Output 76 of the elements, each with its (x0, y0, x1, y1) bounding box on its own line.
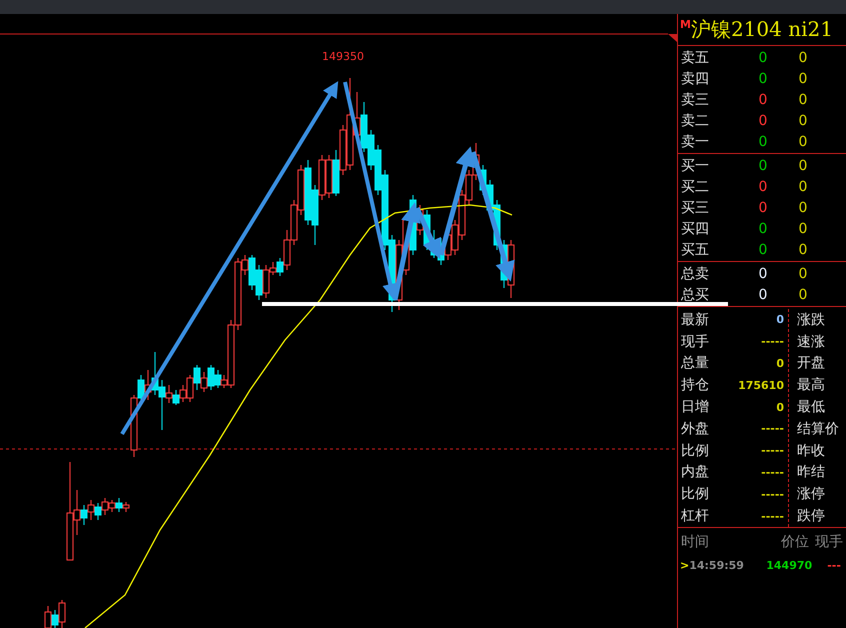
order-level-label: 卖一 (681, 132, 710, 150)
stat-label: 开盘 (797, 354, 826, 374)
stat-label: 涨停 (797, 485, 826, 504)
order-volume: 0 (798, 158, 808, 174)
stat-label: 最高 (797, 376, 826, 396)
order-price: 0 (758, 286, 768, 302)
stat-label: 速涨 (797, 332, 826, 352)
order-price: 0 (758, 242, 768, 258)
stat-label: 比例 (681, 485, 709, 504)
order-volume: 0 (798, 178, 808, 194)
order-level-label: 买三 (681, 198, 710, 216)
order-volume: 0 (798, 50, 808, 66)
order-price: 0 (758, 50, 768, 66)
stat-value: 0 (776, 400, 784, 414)
stat-label: 外盘 (681, 420, 709, 438)
order-volume: 0 (798, 70, 808, 86)
order-volume: 0 (798, 112, 808, 128)
order-volume: 0 (798, 242, 808, 258)
column-header: 时间 (681, 532, 710, 551)
stat-value: ----- (761, 466, 784, 479)
stat-label: 内盘 (681, 463, 709, 482)
order-price: 0 (758, 266, 768, 282)
stat-value: 0 (776, 313, 784, 326)
stat-value: ----- (761, 510, 784, 523)
stat-value: ----- (761, 335, 784, 348)
stat-label: 最新 (681, 310, 709, 329)
order-price: 0 (758, 220, 768, 236)
column-header: 价位 (780, 532, 809, 551)
stat-label: 比例 (681, 442, 709, 460)
stat-label: 涨跌 (797, 310, 826, 330)
stat-label: 持仓 (681, 376, 709, 394)
stat-value: 0 (776, 356, 784, 370)
order-level-label: 卖五 (681, 48, 710, 66)
order-volume: 0 (798, 286, 808, 302)
contract-title: 沪镍2104 ni21 (690, 16, 833, 43)
order-price: 0 (758, 112, 768, 128)
stat-value: ----- (761, 488, 784, 501)
order-level-label: 买五 (681, 240, 710, 258)
stat-label: 跌停 (797, 507, 826, 526)
stat-label: 结算价 (797, 420, 840, 439)
column-header: 现手 (814, 532, 843, 551)
tick-price: 144970 (765, 559, 814, 572)
order-price: 0 (758, 158, 768, 174)
peak-price-label: 149350 (322, 50, 364, 63)
order-price: 0 (758, 70, 768, 86)
stat-label: 昨收 (797, 442, 826, 461)
order-level-label: 总买 (681, 286, 710, 304)
order-level-label: 总卖 (681, 264, 710, 282)
stat-value: ----- (761, 444, 784, 458)
order-price: 0 (758, 134, 768, 150)
stat-label: 总量 (681, 354, 709, 372)
order-price: 0 (758, 200, 768, 216)
stat-value: ----- (761, 422, 784, 436)
stat-value: 175610 (738, 378, 784, 392)
order-volume: 0 (798, 266, 808, 282)
order-price: 0 (758, 178, 768, 194)
stat-label: 日增 (681, 398, 709, 416)
tick-time: 14:59:59 (689, 559, 745, 572)
order-volume: 0 (798, 134, 808, 150)
order-level-label: 买一 (681, 156, 710, 174)
stat-label: 昨结 (797, 463, 826, 482)
order-level-label: 卖三 (681, 90, 710, 108)
order-level-label: 卖二 (681, 112, 710, 130)
market-label: M (680, 18, 691, 31)
order-level-label: 卖四 (681, 70, 710, 88)
order-volume: 0 (798, 200, 808, 216)
stat-label: 杠杆 (681, 507, 709, 526)
current-row-marker: > (680, 559, 690, 572)
order-volume: 0 (798, 92, 808, 108)
stat-label: 现手 (681, 332, 709, 351)
order-volume: 0 (798, 220, 808, 236)
order-level-label: 买四 (681, 220, 710, 238)
order-price: 0 (758, 92, 768, 108)
stat-label: 最低 (797, 398, 826, 418)
tick-volume: --- (827, 559, 841, 572)
order-level-label: 买二 (681, 178, 710, 196)
